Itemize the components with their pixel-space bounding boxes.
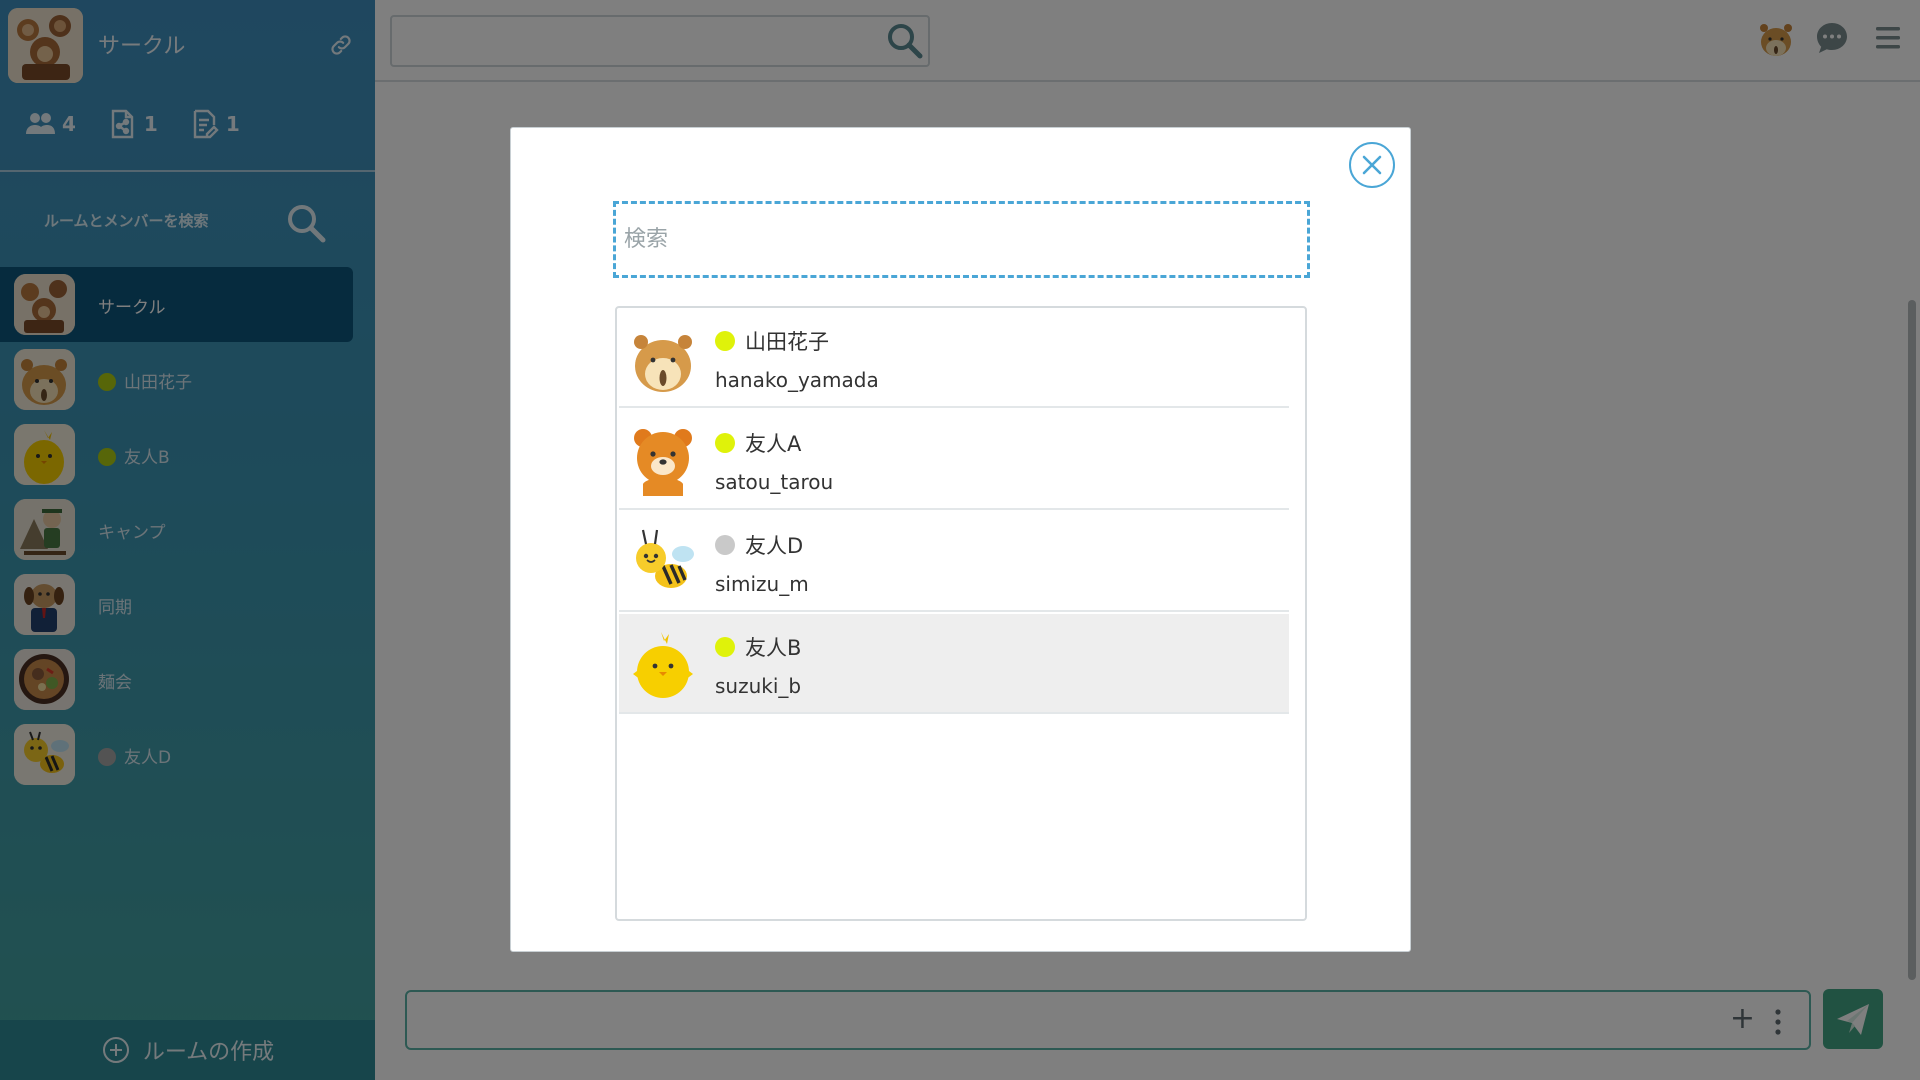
close-button[interactable]: [1349, 142, 1395, 188]
offline-status-dot: [715, 535, 735, 555]
hamster-avatar: [634, 335, 692, 392]
member-item[interactable]: 友人B suzuki_b: [619, 614, 1289, 714]
member-name: 友人A: [715, 428, 801, 458]
chick-avatar: [633, 632, 693, 698]
member-id: hanako_yamada: [715, 368, 879, 392]
online-status-dot: [715, 331, 735, 351]
member-search-field[interactable]: [613, 201, 1310, 278]
member-item[interactable]: 友人D simizu_m: [619, 512, 1289, 612]
member-name: 友人D: [715, 530, 803, 560]
bear-avatar: [634, 429, 692, 496]
member-id: satou_tarou: [715, 470, 834, 494]
member-name: 友人B: [715, 632, 801, 662]
close-icon: [1362, 155, 1382, 175]
member-name: 山田花子: [715, 326, 829, 356]
member-id: simizu_m: [715, 572, 809, 596]
member-id: suzuki_b: [715, 674, 802, 698]
online-status-dot: [715, 637, 735, 657]
member-list: 山田花子 hanako_yamada 友人A satou_tarou 友人D s…: [615, 306, 1307, 921]
member-item[interactable]: 山田花子 hanako_yamada: [619, 308, 1289, 408]
bee-avatar: [636, 529, 694, 588]
member-search-modal: 山田花子 hanako_yamada 友人A satou_tarou: [510, 127, 1411, 952]
member-search-input[interactable]: [616, 204, 1307, 275]
member-item[interactable]: 友人A satou_tarou: [619, 410, 1289, 510]
online-status-dot: [715, 433, 735, 453]
